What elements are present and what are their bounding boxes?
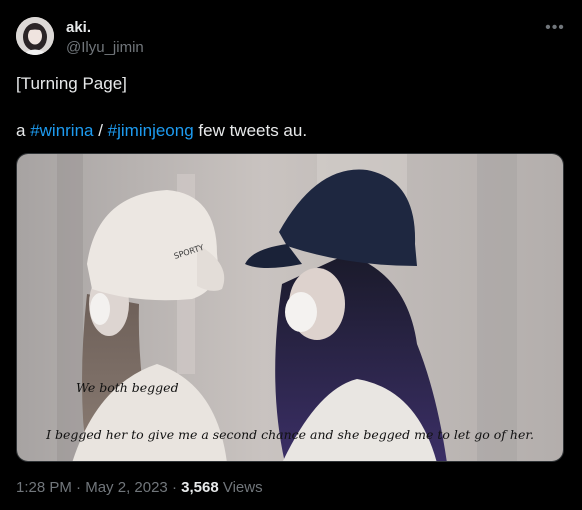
tweet-time[interactable]: 1:28 PM [16,479,72,496]
tweet-title: [Turning Page] [16,74,127,93]
views-count: 3,568 [181,479,219,496]
tweet-media-image[interactable]: SPORTY We both begged I begged her to gi… [16,153,564,462]
tweet: aki. @Ilyu_jimin ••• [Turning Page] a #w… [0,0,582,510]
desc-suffix: few tweets au. [193,121,308,140]
desc-separator: / [93,121,108,140]
display-name[interactable]: aki. [66,19,91,36]
hashtag-jiminjeong[interactable]: #jiminjeong [108,121,194,140]
meta-separator: · [71,479,86,496]
desc-prefix: a [16,121,31,140]
tweet-metadata: 1:28 PM · May 2, 2023 · 3,568 Views [16,479,263,496]
media-caption-line2: I begged her to give me a second chance … [46,427,534,442]
avatar[interactable] [16,17,54,55]
user-handle[interactable]: @Ilyu_jimin [66,39,144,56]
more-options-button[interactable]: ••• [541,14,569,42]
tweet-description: a #winrina / #jiminjeong few tweets au. [16,121,307,141]
media-caption-line1: We both begged [76,380,179,395]
more-horizontal-icon: ••• [545,19,565,36]
views-label: Views [218,479,263,496]
hashtag-winrina[interactable]: #winrina [30,121,93,140]
meta-separator: · [167,479,182,496]
media-photo: SPORTY [17,154,563,461]
tweet-date[interactable]: May 2, 2023 [85,479,168,496]
